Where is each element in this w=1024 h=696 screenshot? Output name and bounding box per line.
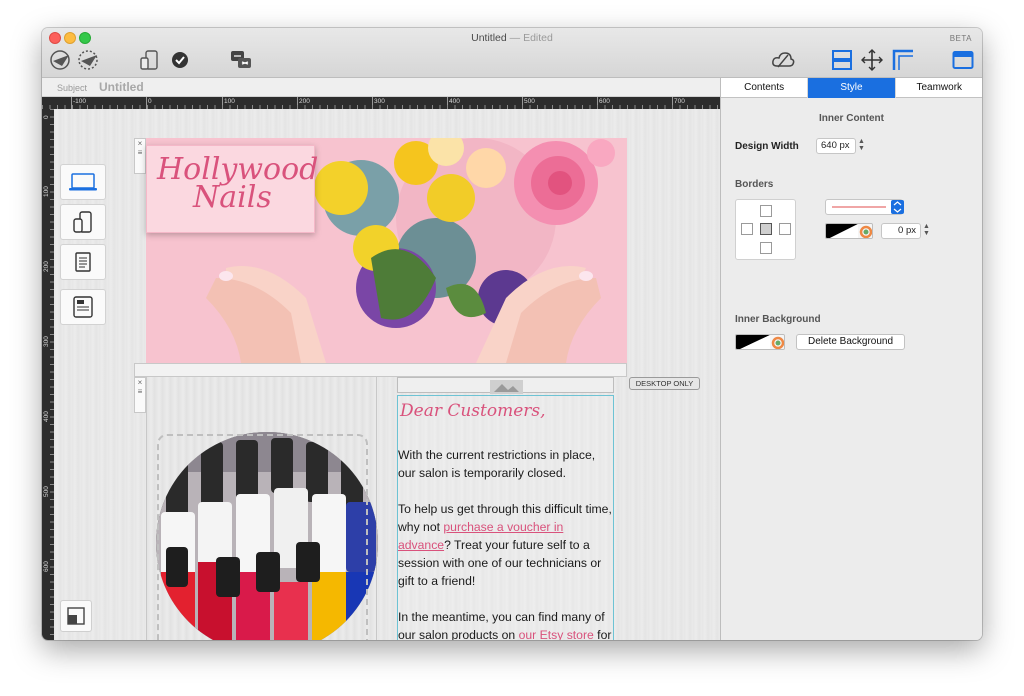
subject-bar: Subject Untitled [42, 78, 720, 97]
vertical-ruler: 0 100 200 300 400 500 600 [42, 109, 54, 640]
text-preview-button[interactable] [60, 244, 106, 280]
paragraph-2: To help us get through this difficult ti… [398, 500, 614, 590]
preview-devices-icon[interactable] [137, 48, 163, 72]
ruler-label: 0 [43, 115, 50, 119]
inner-background-title: Inner Background [735, 314, 821, 325]
move-crosshair-icon[interactable] [860, 48, 884, 72]
logo-line-2: Nails [193, 180, 272, 215]
border-bottom-toggle[interactable] [760, 242, 772, 254]
inner-content-title: Inner Content [819, 113, 884, 124]
document-name: Untitled [471, 32, 507, 44]
letter-body[interactable]: With the current restrictions in place, … [398, 446, 614, 640]
border-style-select[interactable] [825, 199, 904, 215]
paragraph-3: In the meantime, you can find many of ou… [398, 608, 614, 640]
tab-teamwork[interactable]: Teamwork [896, 78, 982, 98]
horizontal-ruler: -100 0 100 200 300 400 500 600 700 [42, 97, 720, 109]
laptop-icon [69, 173, 97, 191]
ruler-label: 0 [148, 98, 152, 105]
greeting-heading: Dear Customers, [400, 401, 546, 421]
layers-icon [67, 607, 85, 625]
close-icon[interactable]: × [135, 139, 145, 148]
ruler-label: 300 [43, 336, 50, 347]
logo-card[interactable]: Hollywood Nails [146, 145, 318, 233]
chat-icon[interactable] [228, 48, 254, 72]
design-width-field[interactable]: 640 px [816, 138, 856, 154]
subject-input[interactable]: Untitled [99, 80, 144, 94]
check-icon[interactable] [170, 50, 190, 70]
ruler-label: 600 [599, 98, 610, 105]
etsy-store-link[interactable]: our Etsy store [519, 628, 594, 640]
schedule-send-icon[interactable] [76, 48, 102, 72]
border-top-toggle[interactable] [760, 205, 772, 217]
background-color-well[interactable] [735, 334, 785, 350]
desktop-preview-button[interactable] [60, 164, 106, 200]
ruler-label: 100 [224, 98, 235, 105]
ruler-label: 300 [374, 98, 385, 105]
left-column[interactable] [146, 377, 378, 640]
template-preview-button[interactable] [60, 289, 106, 325]
logo-text: Hollywood Nails [157, 155, 318, 215]
desktop-only-badge[interactable]: DESKTOP ONLY [629, 377, 700, 390]
ruler-label: 500 [43, 486, 50, 497]
row-handle-2[interactable]: × ≡ [134, 377, 146, 413]
text-block[interactable]: Dear Customers, With the current restric… [397, 395, 614, 640]
ruler-label: 400 [43, 411, 50, 422]
ruler-label: 100 [43, 186, 50, 197]
inspector-tabs: Contents Style Teamwork [721, 78, 982, 98]
border-side-selector[interactable] [735, 199, 796, 260]
ruler-label: 200 [43, 261, 50, 272]
app-window: Untitled — Edited BETA Subject Untitled … [42, 28, 982, 640]
beta-badge: BETA [949, 34, 972, 43]
ruler-label: -100 [73, 98, 87, 105]
border-width-field[interactable]: 0 px [881, 223, 921, 239]
menu-icon[interactable]: ≡ [135, 387, 145, 396]
image-placeholder[interactable] [397, 377, 614, 394]
toolbar: Untitled — Edited BETA [42, 28, 982, 78]
image-drop-zone[interactable] [157, 434, 368, 640]
layout-blocks-icon[interactable] [830, 48, 854, 72]
design-width-stepper[interactable]: ▲ ▼ [857, 138, 866, 153]
border-right-toggle[interactable] [779, 223, 791, 235]
ruler-label: 200 [299, 98, 310, 105]
devices-icon [73, 211, 92, 233]
mobile-preview-button[interactable] [60, 204, 106, 240]
document-icon [75, 252, 91, 272]
line-style-icon [832, 200, 904, 214]
ruler-label: 400 [449, 98, 460, 105]
tab-contents[interactable]: Contents [721, 78, 809, 98]
sidebar-toggle-icon[interactable] [951, 48, 975, 72]
ruler-label: 500 [524, 98, 535, 105]
border-left-toggle[interactable] [741, 223, 753, 235]
design-width-label: Design Width [735, 141, 799, 152]
borders-title: Borders [735, 179, 774, 190]
delete-background-button[interactable]: Delete Background [796, 334, 905, 350]
email-canvas[interactable]: × ≡ Hollywood Nails × ≡ DESKTOP ONLY Dea… [54, 109, 720, 640]
paragraph-1: With the current restrictions in place, … [398, 448, 596, 480]
border-width-stepper[interactable]: ▲ ▼ [922, 223, 931, 238]
window-title: Untitled — Edited [42, 32, 982, 44]
cloud-icon[interactable] [770, 48, 796, 72]
close-icon[interactable]: × [135, 378, 145, 387]
send-icon[interactable] [48, 48, 74, 72]
ruler-label: 600 [43, 561, 50, 572]
row-handle[interactable]: × ≡ [134, 138, 146, 174]
corner-padding-icon[interactable] [891, 48, 915, 72]
ruler-label: 700 [674, 98, 685, 105]
border-color-well[interactable] [825, 223, 873, 239]
row-divider[interactable] [134, 363, 627, 377]
edited-status: — Edited [509, 32, 553, 44]
layers-button[interactable] [60, 600, 92, 632]
template-icon [73, 296, 93, 318]
border-all-toggle[interactable] [760, 223, 772, 235]
inspector-panel: Contents Style Teamwork Inner Content De… [720, 78, 982, 640]
tab-style[interactable]: Style [808, 78, 896, 98]
menu-icon[interactable]: ≡ [135, 148, 145, 157]
image-icon [490, 380, 523, 394]
subject-label: Subject [57, 83, 88, 93]
